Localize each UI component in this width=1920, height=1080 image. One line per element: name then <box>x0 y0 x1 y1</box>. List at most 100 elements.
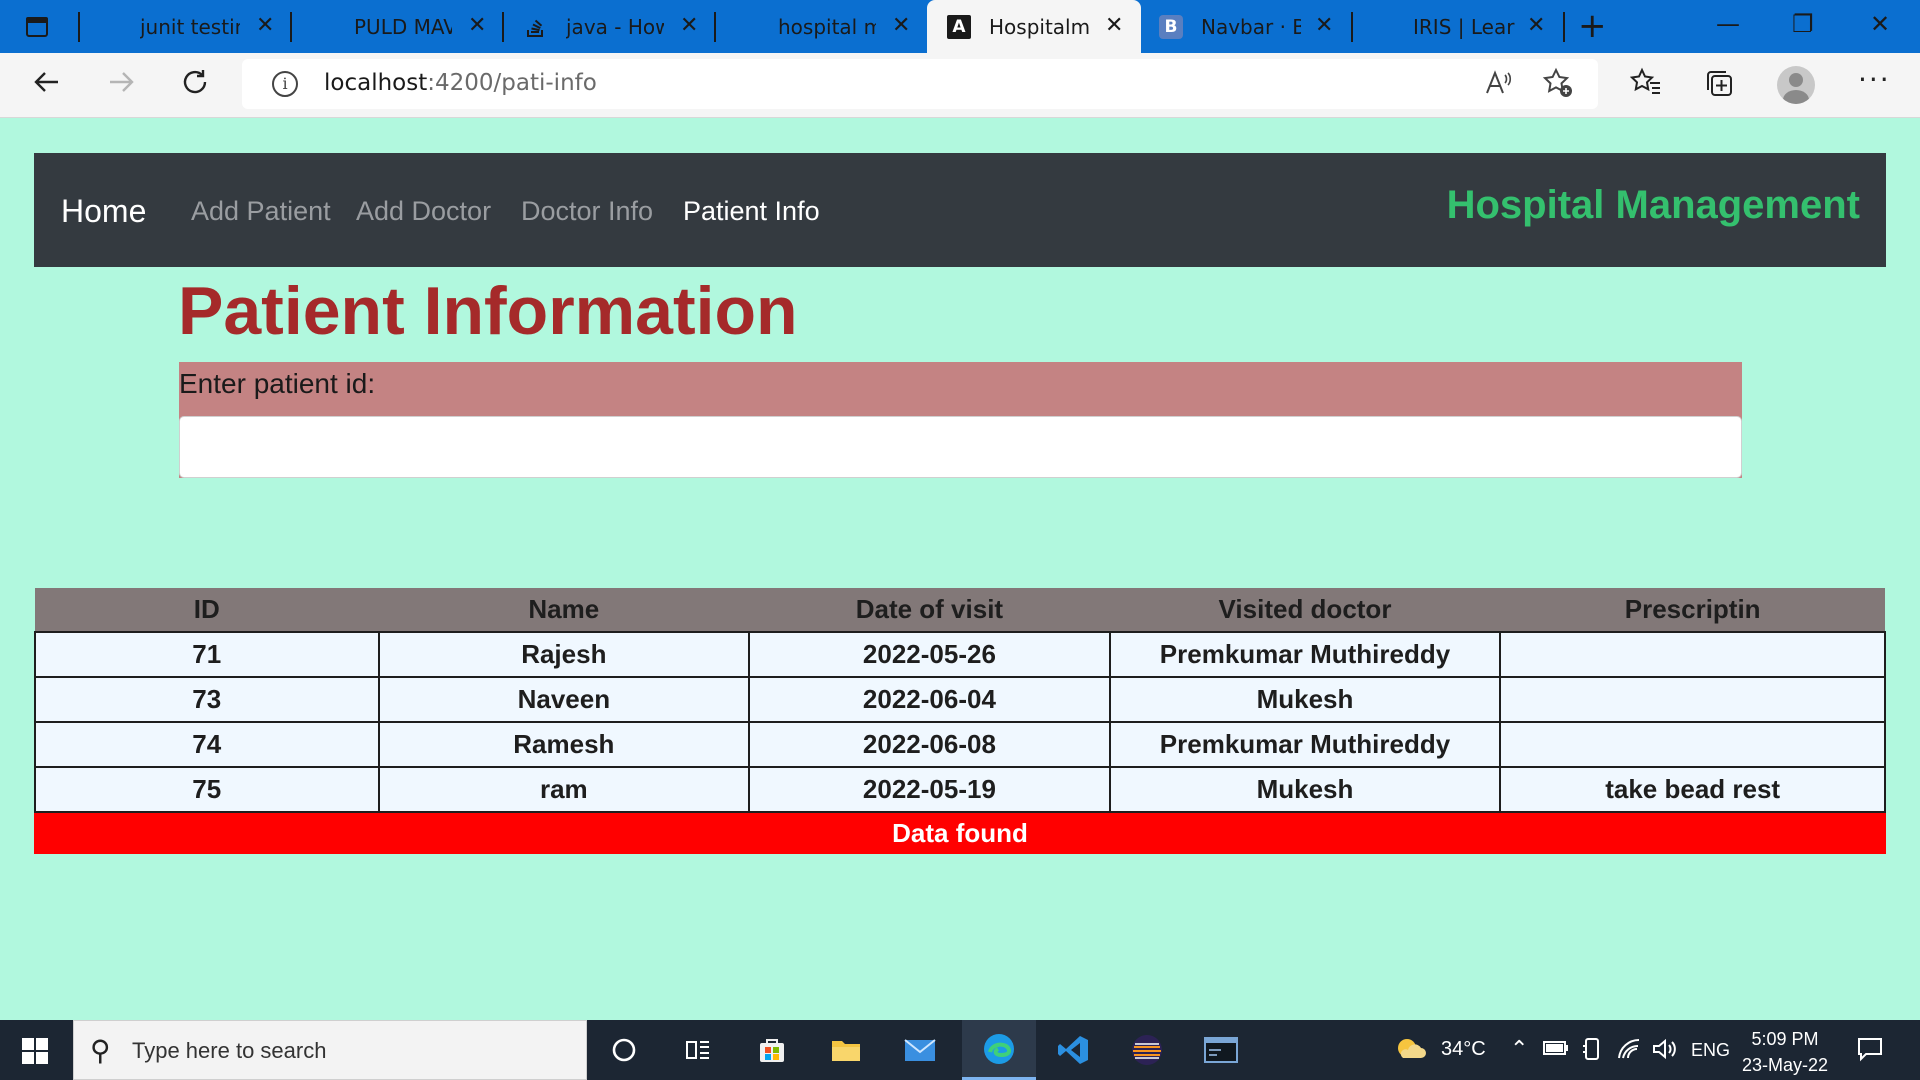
nav-patient-info[interactable]: Patient Info <box>683 196 820 227</box>
mail-icon[interactable] <box>883 1020 957 1080</box>
patient-id-input[interactable] <box>179 416 1742 478</box>
close-icon[interactable]: ✕ <box>680 14 698 38</box>
patient-id-form: Enter patient id: <box>179 362 1742 478</box>
cell-doctor: Premkumar Muthireddy <box>1108 721 1502 768</box>
tab-junit-testing[interactable]: junit testing ✕ <box>80 0 290 53</box>
clock-date: 23-May-22 <box>1742 1055 1829 1075</box>
cell-prescription <box>1499 631 1886 678</box>
app-title: Hospital Management <box>1446 183 1860 227</box>
close-icon[interactable]: ✕ <box>256 14 274 38</box>
tab-navbar-bootstrap[interactable]: B Navbar · Bo ✕ <box>1141 0 1351 53</box>
minimize-icon[interactable]: — <box>1716 10 1740 38</box>
more-options-icon[interactable]: ··· <box>1858 63 1891 96</box>
table-header-row: ID Name Date of visit Visited doctor Pre… <box>35 588 1885 633</box>
read-aloud-icon[interactable] <box>1484 69 1512 103</box>
table-row: 75 ram 2022-05-19 Mukesh take bead rest <box>34 766 1886 813</box>
tab-title: PULD MAVEN <box>354 15 452 39</box>
tab-iris-learn[interactable]: IRIS | Learn ✕ <box>1353 0 1563 53</box>
clock-time: 5:09 PM <box>1751 1029 1819 1049</box>
patient-table: ID Name Date of visit Visited doctor Pre… <box>34 588 1886 813</box>
patient-id-label: Enter patient id: <box>179 368 376 399</box>
window-close-icon[interactable]: ✕ <box>1870 10 1890 38</box>
url-text[interactable]: localhost:4200/pati-info <box>324 70 597 96</box>
cell-date: 2022-05-19 <box>748 766 1111 813</box>
tab-title: IRIS | Learn <box>1413 15 1515 39</box>
taskbar-search[interactable]: ⚲ Type here to search <box>73 1020 587 1080</box>
cell-date: 2022-06-04 <box>748 676 1111 723</box>
volume-icon[interactable] <box>1651 1037 1677 1067</box>
browser-toolbar: i localhost:4200/pati-info ··· <box>0 53 1920 118</box>
cell-prescription: take bead rest <box>1499 766 1886 813</box>
task-view-icon[interactable] <box>661 1020 735 1080</box>
table-row: 74 Ramesh 2022-06-08 Premkumar Muthiredd… <box>34 721 1886 768</box>
nav-doctor-info[interactable]: Doctor Info <box>521 196 653 227</box>
tab-java-how[interactable]: java - How ✕ <box>504 0 714 53</box>
bootstrap-icon: B <box>1159 15 1183 39</box>
site-info-icon[interactable]: i <box>272 71 298 97</box>
cell-doctor: Premkumar Muthireddy <box>1108 631 1502 678</box>
table-row: 71 Rajesh 2022-05-26 Premkumar Muthiredd… <box>34 631 1886 678</box>
tab-puld-maven[interactable]: PULD MAVEN ✕ <box>292 0 502 53</box>
cell-prescription <box>1499 721 1886 768</box>
close-icon[interactable]: ✕ <box>468 14 486 38</box>
cell-doctor: Mukesh <box>1108 676 1502 723</box>
tab-hospitalmanagement-active[interactable]: A Hospitalma ✕ <box>927 0 1141 53</box>
favorites-icon[interactable] <box>1629 67 1662 106</box>
collections-icon[interactable] <box>1703 67 1735 106</box>
header-prescription: Prescriptin <box>1500 588 1885 633</box>
eclipse-icon[interactable] <box>1110 1020 1184 1080</box>
tab-title: junit testing <box>140 15 240 39</box>
search-icon: ⚲ <box>90 1034 111 1067</box>
nav-add-patient[interactable]: Add Patient <box>191 196 331 227</box>
notifications-icon[interactable] <box>1856 1035 1884 1069</box>
cortana-icon[interactable] <box>587 1020 661 1080</box>
cell-date: 2022-05-26 <box>748 631 1111 678</box>
close-icon[interactable]: ✕ <box>1527 14 1545 38</box>
angular-icon: A <box>947 15 971 39</box>
system-clock[interactable]: 5:09 PM 23-May-22 <box>1742 1026 1828 1078</box>
cell-name: Rajesh <box>377 631 751 678</box>
close-icon[interactable]: ✕ <box>892 14 910 38</box>
tab-separator <box>1563 12 1565 42</box>
tab-actions-menu-icon[interactable] <box>22 13 52 41</box>
cell-name: ram <box>377 766 751 813</box>
refresh-icon[interactable] <box>180 67 210 105</box>
restore-icon[interactable]: ❐ <box>1792 10 1814 38</box>
status-message: Data found <box>34 813 1886 854</box>
address-bar[interactable]: i localhost:4200/pati-info <box>242 59 1598 109</box>
cell-prescription <box>1499 676 1886 723</box>
app-navbar: Home Add Patient Add Doctor Doctor Info … <box>34 153 1886 267</box>
header-id: ID <box>35 588 379 633</box>
nav-add-doctor[interactable]: Add Doctor <box>356 196 491 227</box>
stackoverflow-icon <box>524 15 548 39</box>
chevron-up-icon[interactable]: ⌃ <box>1510 1036 1528 1062</box>
close-icon[interactable]: ✕ <box>1315 14 1333 38</box>
new-tab-button[interactable]: + <box>1578 8 1607 44</box>
wifi-icon[interactable] <box>1617 1038 1641 1066</box>
nav-home-link[interactable]: Home <box>61 193 146 230</box>
url-host: localhost <box>324 70 428 96</box>
temperature-text[interactable]: 34°C <box>1441 1038 1486 1061</box>
cell-id: 71 <box>34 631 380 678</box>
profile-avatar[interactable] <box>1777 66 1815 104</box>
forward-icon[interactable] <box>106 67 136 105</box>
edge-browser-icon[interactable] <box>962 1020 1036 1080</box>
mysql-console-icon[interactable] <box>1184 1020 1258 1080</box>
vscode-icon[interactable] <box>1036 1020 1110 1080</box>
browser-title-bar: junit testing ✕ PULD MAVEN ✕ java - How … <box>0 0 1920 53</box>
microsoft-store-icon[interactable] <box>735 1020 809 1080</box>
windows-taskbar: ⚲ Type here to search 34°C ⌃ ENG 5:09 PM… <box>0 1020 1920 1080</box>
weather-icon[interactable] <box>1393 1034 1427 1070</box>
add-favorite-icon[interactable] <box>1542 67 1574 106</box>
device-icon[interactable] <box>1582 1037 1602 1067</box>
battery-icon[interactable] <box>1543 1039 1569 1063</box>
file-explorer-icon[interactable] <box>809 1020 883 1080</box>
table-row: 73 Naveen 2022-06-04 Mukesh <box>34 676 1886 723</box>
start-button[interactable] <box>22 1038 48 1064</box>
language-indicator[interactable]: ENG <box>1691 1040 1730 1061</box>
tab-hospital-management[interactable]: hospital ma ✕ <box>716 0 926 53</box>
cell-id: 75 <box>34 766 380 813</box>
cell-id: 73 <box>34 676 380 723</box>
close-icon[interactable]: ✕ <box>1105 14 1123 38</box>
back-icon[interactable] <box>32 67 62 105</box>
